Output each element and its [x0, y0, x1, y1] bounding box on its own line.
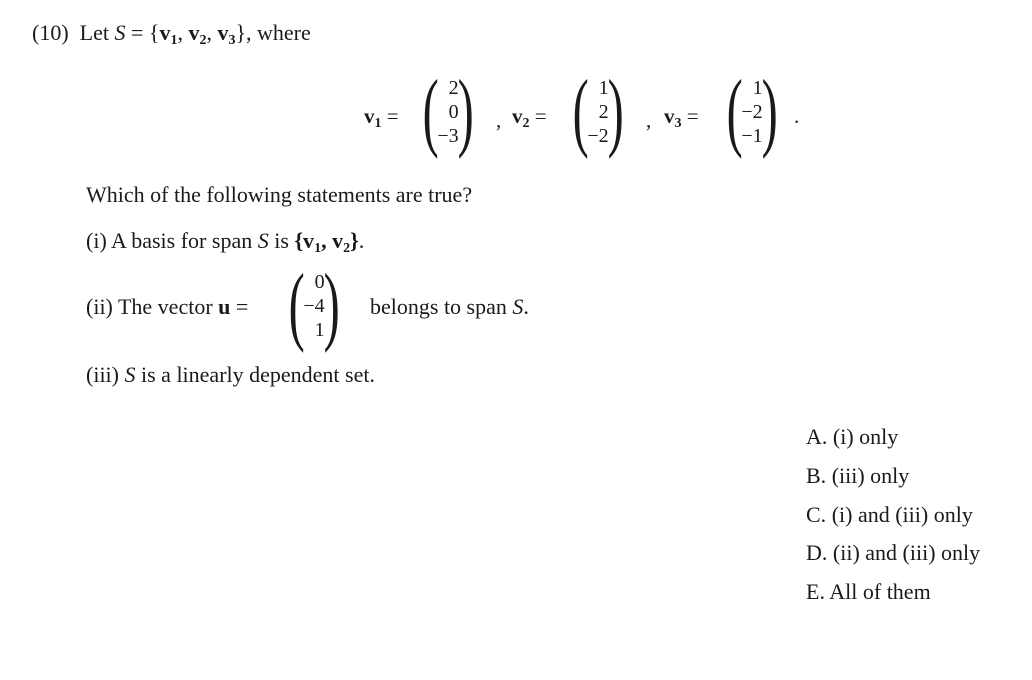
- right-paren: ): [323, 257, 340, 354]
- statement-ii-end: .: [523, 294, 529, 319]
- set-symbol: S: [257, 228, 269, 253]
- statement-ii-prefix-group: (ii) The vector u =: [86, 294, 248, 320]
- option-text: All of them: [829, 579, 931, 604]
- left-paren: (: [572, 63, 589, 160]
- equals-sign: =: [235, 294, 249, 319]
- u-vector: ( 0 −4 1 ): [282, 262, 346, 350]
- statement-iii-text: is a linearly dependent set.: [141, 362, 375, 387]
- option-a[interactable]: A. (i) only: [806, 424, 898, 450]
- option-text: (ii) and (iii) only: [832, 540, 981, 565]
- v2-vector: ( 1 2 −2 ): [566, 68, 630, 156]
- v3-separator: .: [794, 104, 800, 128]
- statement-ii-suffix: belongs to span: [370, 294, 507, 319]
- option-text: (iii) only: [831, 463, 910, 488]
- option-text: (i) only: [832, 424, 899, 449]
- option-letter: E.: [806, 579, 825, 604]
- v1-entry: −3: [437, 125, 459, 147]
- v3-vector: ( 1 −2 −1 ): [720, 68, 784, 156]
- where-word: where: [257, 20, 311, 45]
- equals-sign: =: [130, 20, 144, 45]
- set-symbol: S: [114, 20, 126, 45]
- statement-i-basis: {v1, v2}: [294, 228, 359, 256]
- option-letter: D.: [806, 540, 828, 565]
- v2-symbol: v2: [188, 20, 207, 48]
- option-c[interactable]: C. (i) and (iii) only: [806, 502, 973, 528]
- right-paren: ): [761, 63, 778, 160]
- statement-ii-suffix-group: belongs to span S.: [370, 294, 529, 320]
- v1-symbol: v1: [159, 20, 178, 48]
- v2-entry: −2: [587, 125, 609, 147]
- v3-label: v3 =: [664, 104, 699, 131]
- option-e[interactable]: E. All of them: [806, 579, 931, 605]
- set-symbol: S: [124, 362, 136, 387]
- question-text: Which of the following statements are tr…: [86, 182, 473, 207]
- right-paren: ): [607, 63, 624, 160]
- left-paren: (: [726, 63, 743, 160]
- set-close-brace: },: [235, 20, 252, 45]
- set-symbol: S: [512, 294, 524, 319]
- v2-separator: ,: [646, 108, 652, 132]
- problem-number: (10): [32, 20, 69, 45]
- let-word: Let: [79, 20, 109, 45]
- statement-iii-prefix: (iii): [86, 362, 119, 387]
- v3-entry: −2: [741, 101, 763, 123]
- option-letter: C.: [806, 502, 827, 527]
- statement-i: (i) A basis for span S is {v1, v2}.: [86, 228, 365, 256]
- right-paren: ): [457, 63, 474, 160]
- option-b[interactable]: B. (iii) only: [806, 463, 909, 489]
- option-letter: A.: [806, 424, 828, 449]
- left-paren: (: [422, 63, 439, 160]
- v3-symbol: v3: [217, 20, 236, 48]
- u-entry: −4: [303, 295, 325, 317]
- statement-i-mid: is: [274, 228, 289, 253]
- u-symbol: u: [218, 294, 231, 319]
- statement-iii: (iii) S is a linearly dependent set.: [86, 362, 375, 388]
- problem-header: (10) Let S = {v1, v2, v3}, where: [32, 20, 311, 48]
- left-paren: (: [288, 257, 305, 354]
- v1-vector: ( 2 0 −3 ): [416, 68, 480, 156]
- statement-i-prefix: (i) A basis for span: [86, 228, 253, 253]
- v3-entry: −1: [741, 125, 763, 147]
- v1-label: v1 =: [364, 104, 399, 131]
- statement-ii-prefix: (ii) The vector: [86, 294, 213, 319]
- option-text: (i) and (iii) only: [831, 502, 973, 527]
- set-open-brace: {: [148, 20, 160, 45]
- v2-label: v2 =: [512, 104, 547, 131]
- option-d[interactable]: D. (ii) and (iii) only: [806, 540, 980, 566]
- v1-separator: ,: [496, 108, 502, 132]
- option-letter: B.: [806, 463, 827, 488]
